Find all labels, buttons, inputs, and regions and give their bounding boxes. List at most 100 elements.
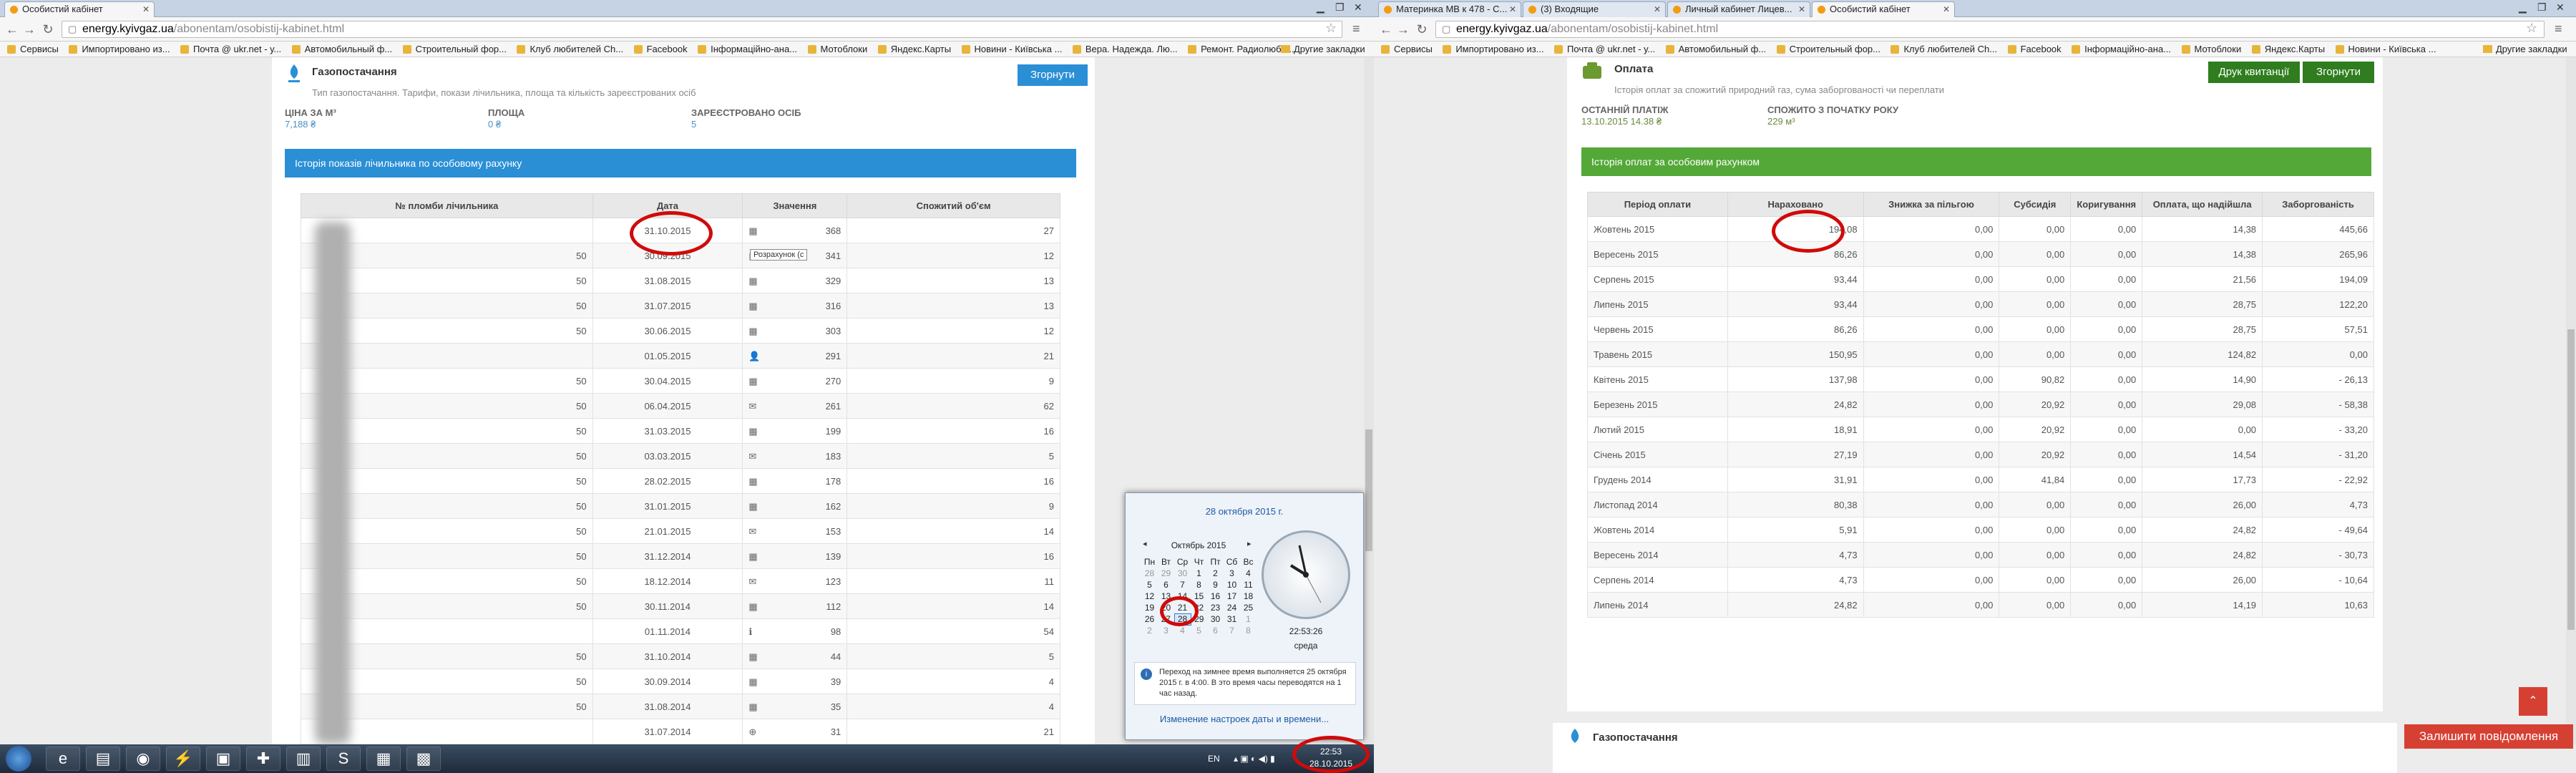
back-icon[interactable]: ←	[4, 21, 20, 37]
address-bar[interactable]: ▢ energy.kyivgaz.ua/abonentam/osobistij-…	[1435, 21, 2545, 38]
calendar-day[interactable]: 31	[1224, 613, 1240, 625]
calendar-day[interactable]: 23	[1207, 602, 1224, 613]
next-month-icon[interactable]: ▸	[1247, 539, 1252, 548]
source-icon[interactable]: ▦	[748, 376, 757, 387]
bookmark-item[interactable]: Мотоблоки	[807, 42, 867, 57]
forward-icon[interactable]: →	[21, 21, 37, 37]
source-icon[interactable]: ▦	[748, 651, 757, 663]
column-header[interactable]: Період оплати	[1587, 192, 1728, 217]
calendar-day[interactable]: 16	[1207, 590, 1224, 602]
other-bookmarks[interactable]: Другие закладки	[2483, 42, 2567, 57]
calendar-day[interactable]: 8	[1240, 625, 1257, 636]
bookmark-item[interactable]: Автомобильный ф...	[291, 42, 392, 57]
source-icon[interactable]: ▦	[748, 426, 757, 437]
source-icon[interactable]: ℹ	[748, 626, 752, 638]
change-date-settings-link[interactable]: Изменение настроек даты и времени...	[1126, 714, 1363, 724]
close-tab-icon[interactable]: ✕	[1798, 2, 1805, 16]
calendar-day[interactable]: 1	[1240, 613, 1257, 625]
leave-feedback-button[interactable]: Залишити повідомлення	[2404, 724, 2573, 749]
explorer-icon[interactable]: ▤	[86, 747, 120, 771]
source-icon[interactable]: 👤	[748, 351, 760, 362]
source-icon[interactable]: ▦	[748, 551, 757, 563]
reload-icon[interactable]: ↻	[1414, 21, 1430, 37]
page-scrollbar[interactable]	[2566, 57, 2576, 744]
source-icon[interactable]: ▦	[748, 326, 757, 337]
calendar-day[interactable]: 19	[1141, 602, 1158, 613]
column-header[interactable]: Оплата, що надійшла	[2142, 192, 2263, 217]
source-icon[interactable]: ✉	[748, 401, 756, 412]
source-icon[interactable]: ▦	[748, 501, 757, 512]
calendar-day[interactable]: 26	[1141, 613, 1158, 625]
tab-personal-cabinet[interactable]: Особистий кабінет ✕	[4, 1, 155, 17]
column-header[interactable]: Заборгованість	[2262, 192, 2374, 217]
calendar-day[interactable]: 17	[1224, 590, 1240, 602]
tray-icons[interactable]: ▴ ▣ ◐ ◀) ▮	[1234, 744, 1275, 773]
bookmark-item[interactable]: Почта @ ukr.net - у...	[180, 42, 281, 57]
bookmark-item[interactable]: Сервисы	[1381, 42, 1433, 57]
tab-item[interactable]: Материнка MB к 478 - С... ✕	[1378, 1, 1521, 17]
tab-item[interactable]: Личный кабинет Лицев... ✕	[1667, 1, 1810, 17]
forward-icon[interactable]: →	[1395, 21, 1411, 37]
calendar-day[interactable]: 12	[1141, 590, 1158, 602]
payment-history-header[interactable]: Історія оплат за особовим рахунком	[1581, 147, 2371, 176]
bookmark-item[interactable]: Импортировано из...	[69, 42, 170, 57]
scrollbar-thumb[interactable]	[1365, 429, 1372, 551]
bookmark-item[interactable]: Інформаційно-ана...	[698, 42, 797, 57]
menu-icon[interactable]: ≡	[2555, 21, 2562, 37]
app-icon[interactable]: ▥	[286, 747, 321, 771]
page-scrollbar[interactable]	[1364, 57, 1374, 744]
bookmark-item[interactable]: Новини - Київська ...	[2335, 42, 2436, 57]
column-header[interactable]: Субсидія	[1999, 192, 2072, 217]
calendar-day[interactable]: 3	[1224, 568, 1240, 579]
app-icon[interactable]: ▣	[206, 747, 240, 771]
bookmark-item[interactable]: Почта @ ukr.net - у...	[1554, 42, 1655, 57]
calendar-day[interactable]: 25	[1240, 602, 1257, 613]
calendar-day[interactable]: 2	[1141, 625, 1158, 636]
reload-icon[interactable]: ↻	[40, 21, 56, 37]
bookmark-item[interactable]: Автомобильный ф...	[1665, 42, 1766, 57]
bookmark-item[interactable]: Інформаційно-ана...	[2072, 42, 2171, 57]
source-icon[interactable]: ✉	[748, 451, 756, 462]
calendar-day[interactable]: 29	[1158, 568, 1174, 579]
calendar-date-link[interactable]: 28 октября 2015 г.	[1126, 506, 1363, 517]
calendar-day[interactable]: 28	[1141, 568, 1158, 579]
calendar-day[interactable]: 10	[1224, 579, 1240, 590]
tab-personal-cabinet[interactable]: Особистий кабінет ✕	[1812, 1, 1955, 17]
source-icon[interactable]: ▦	[748, 701, 757, 713]
close-tab-icon[interactable]: ✕	[1654, 2, 1661, 16]
scrollbar-thumb[interactable]	[2567, 329, 2575, 630]
print-receipt-button[interactable]: Друк квитанції	[2208, 62, 2300, 83]
bookmark-item[interactable]: Сервисы	[7, 42, 59, 57]
close-tab-icon[interactable]: ✕	[1509, 2, 1516, 16]
app-icon[interactable]: ▩	[406, 747, 441, 771]
calendar-day[interactable]: 30	[1207, 613, 1224, 625]
ie-icon[interactable]: e	[46, 747, 80, 771]
source-icon[interactable]: ▦	[748, 476, 757, 487]
collapse-button[interactable]: Згорнути	[1018, 64, 1088, 86]
bookmark-item[interactable]: Ремонт. Радиолюби...	[1188, 42, 1294, 57]
column-header[interactable]: Коригування	[2070, 192, 2143, 217]
source-icon[interactable]: ▦	[748, 301, 757, 312]
calendar-day[interactable]: 6	[1207, 625, 1224, 636]
bookmark-item[interactable]: Facebook	[2007, 42, 2062, 57]
calendar-day[interactable]: 6	[1158, 579, 1174, 590]
app-icon[interactable]: ⚡	[166, 747, 200, 771]
bookmark-star-icon[interactable]: ☆	[1325, 21, 1337, 36]
bookmark-item[interactable]: Клуб любителей Ch...	[517, 42, 623, 57]
calendar-day[interactable]: 8	[1191, 579, 1207, 590]
source-icon[interactable]: ✉	[748, 526, 756, 538]
bookmark-item[interactable]: Новини - Київська ...	[961, 42, 1062, 57]
start-button[interactable]	[6, 746, 31, 772]
minimize-icon[interactable]: ▁	[1317, 1, 1324, 14]
column-header[interactable]: Знижка за пільгою	[1863, 192, 2000, 217]
tab-item[interactable]: (3) Входящие ✕	[1523, 1, 1666, 17]
bookmark-star-icon[interactable]: ☆	[2526, 21, 2537, 36]
meter-history-header[interactable]: Історія показів лічильника по особовому …	[285, 149, 1076, 178]
minimize-icon[interactable]: ▁	[2519, 1, 2527, 14]
column-header[interactable]: № пломби лічильника	[301, 193, 593, 218]
bookmark-item[interactable]: Клуб любителей Ch...	[1890, 42, 1997, 57]
maximize-icon[interactable]: ❐	[1335, 1, 1345, 14]
chrome-icon[interactable]: ◉	[126, 747, 160, 771]
source-icon[interactable]: ▦	[748, 601, 757, 613]
calendar-day[interactable]: 7	[1174, 579, 1191, 590]
